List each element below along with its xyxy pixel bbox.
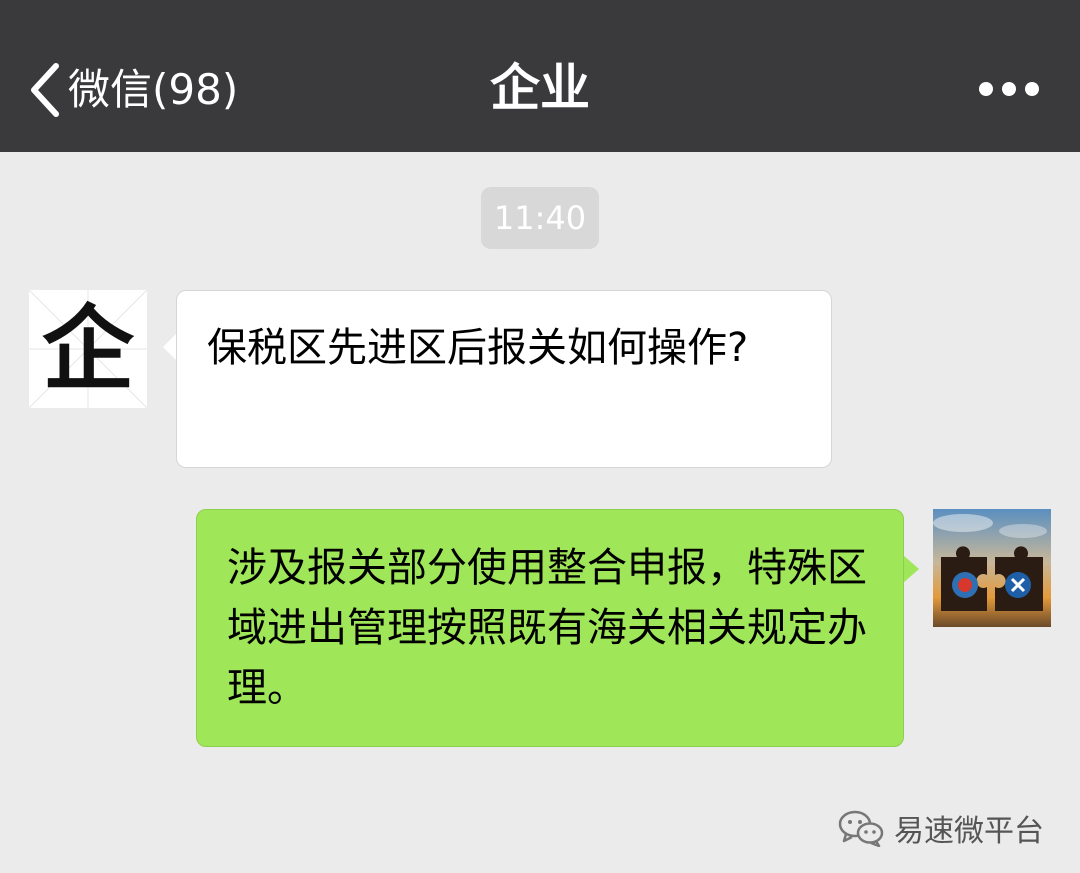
received-message-bubble[interactable]: 保税区先进区后报关如何操作?: [176, 290, 832, 468]
chevron-left-icon: [31, 63, 59, 117]
user-avatar[interactable]: [933, 509, 1051, 627]
back-label: 微信(98): [68, 65, 239, 114]
watermark-label: 易速微平台: [894, 814, 1044, 849]
sent-message-bubble[interactable]: 涉及报关部分使用整合申报，特殊区域进出管理按照既有海关相关规定办理。: [196, 509, 904, 747]
navigation-bar: 微信(98) 企业: [0, 0, 1080, 152]
avatar-character: 企: [41, 295, 134, 403]
back-button[interactable]: 微信(98): [28, 58, 238, 122]
chat-title: 企业: [490, 59, 590, 117]
received-bubble-tail: [163, 333, 177, 361]
puzzle-logo-avatar-icon: [933, 509, 1051, 627]
wechat-icon: [838, 810, 884, 847]
more-button[interactable]: [978, 74, 1040, 104]
received-message-text: 保税区先进区后报关如何操作?: [207, 325, 749, 371]
contact-avatar[interactable]: 企: [29, 290, 147, 408]
watermark: 易速微平台: [838, 800, 1044, 856]
sent-message-text: 涉及报关部分使用整合申报，特殊区域进出管理按照既有海关相关规定办理。: [227, 545, 867, 711]
more-dots-icon: [979, 82, 1039, 96]
timestamp-badge: 11:40: [481, 187, 599, 249]
sent-bubble-tail: [903, 555, 919, 583]
